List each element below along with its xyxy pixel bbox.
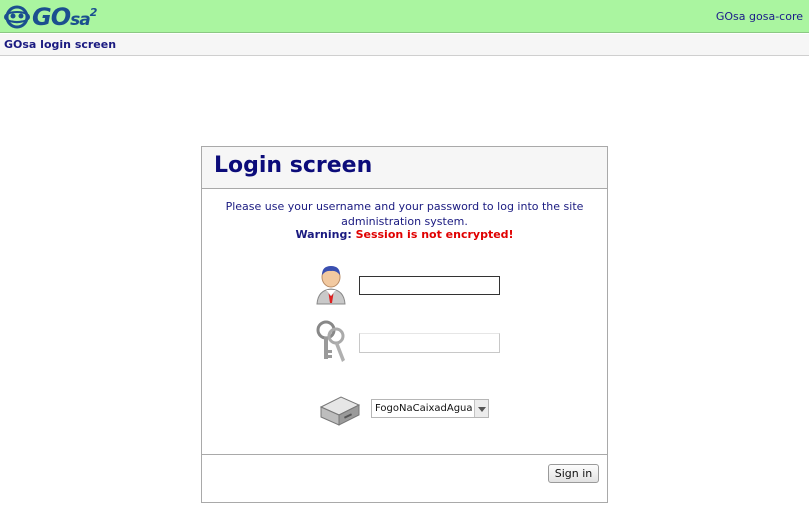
top-header-bar: GOsa2 GOsa gosa-core	[0, 0, 809, 33]
login-panel: Login screen Please use your username an…	[201, 146, 608, 503]
logo-sa: sa	[70, 10, 91, 30]
footer-divider	[202, 454, 607, 455]
keys-icon	[316, 320, 345, 362]
gosa-logo: GOsa2	[4, 3, 98, 31]
logo-wordmark: GOsa2	[32, 3, 98, 31]
server-select[interactable]: FogoNaCaixadAgua	[371, 399, 489, 418]
logo-version: 2	[89, 6, 98, 19]
server-icon	[319, 396, 361, 426]
server-name-label: GOsa gosa-core	[715, 10, 803, 23]
page-title-bar: GOsa login screen	[0, 34, 809, 56]
password-input[interactable]	[359, 333, 500, 353]
username-input[interactable]	[359, 276, 500, 295]
login-panel-header: Login screen	[202, 147, 607, 189]
gosa-logo-icon	[4, 5, 30, 29]
logo-go: GO	[32, 3, 71, 31]
chevron-down-icon[interactable]	[474, 400, 488, 417]
login-instructions: Please use your username and your passwo…	[225, 200, 584, 228]
user-icon	[316, 266, 346, 305]
page-title: GOsa login screen	[4, 38, 117, 51]
encryption-warning: Warning: Session is not encrypted!	[202, 228, 607, 241]
server-select-value: FogoNaCaixadAgua	[375, 403, 473, 414]
warning-label: Warning:	[295, 228, 352, 241]
warning-text: Session is not encrypted!	[355, 228, 514, 241]
sign-in-button[interactable]: Sign in	[548, 464, 599, 483]
login-heading: Login screen	[214, 153, 373, 178]
